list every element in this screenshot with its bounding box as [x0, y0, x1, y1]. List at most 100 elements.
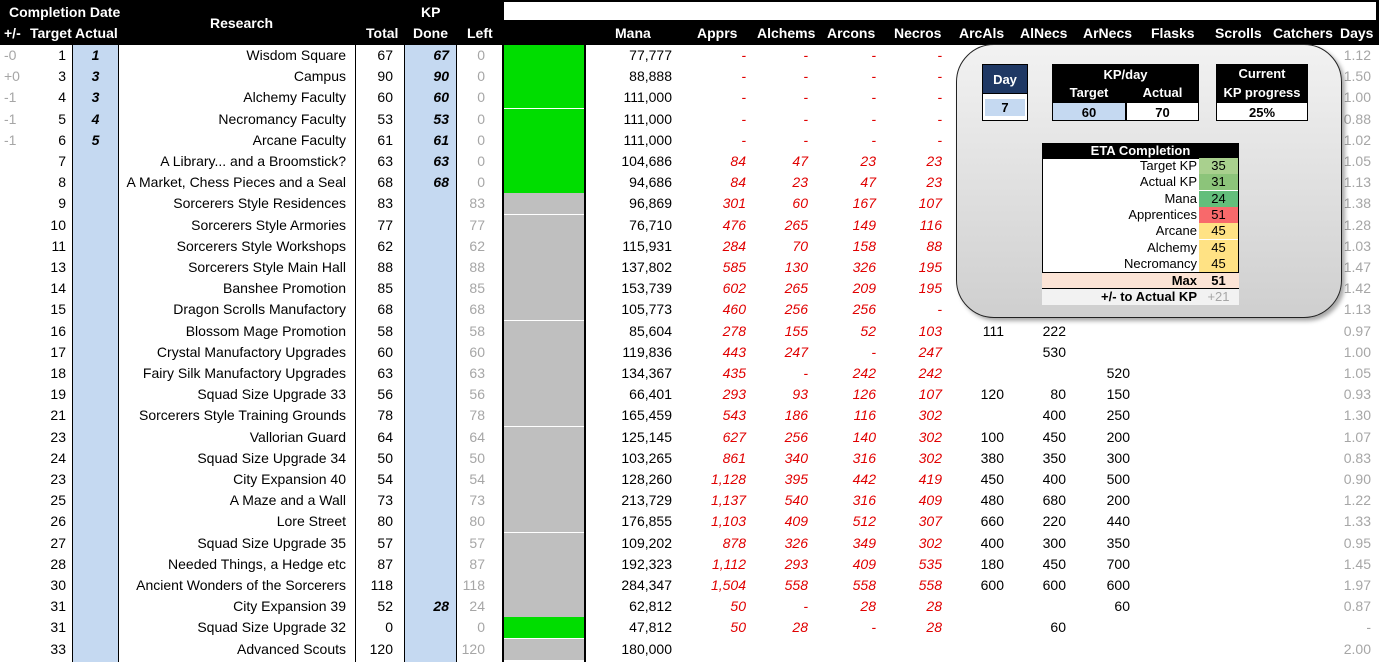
target-cell: 23 — [50, 471, 66, 487]
actual-cell — [73, 639, 118, 660]
arcons-cell: 442 — [852, 471, 876, 487]
research-name-cell: Sorcerers Style Residences — [173, 195, 346, 212]
total-cell: 60 — [377, 343, 393, 360]
apprs-cell: - — [741, 68, 746, 85]
mana-cell: 134,367 — [621, 365, 672, 381]
arcons-cell: 512 — [852, 513, 876, 530]
alchems-cell: 60 — [792, 195, 808, 212]
eta-value: 45 — [1199, 239, 1238, 256]
apprs-cell: - — [741, 131, 746, 148]
arcals-cell — [942, 617, 1004, 638]
alchems-cell: - — [803, 110, 808, 127]
total-cell: 80 — [377, 513, 393, 530]
arcals-cell: 120 — [980, 386, 1004, 403]
left-cell: 62 — [469, 237, 485, 254]
apprs-cell: 50 — [730, 619, 746, 636]
plus-minus-cell — [4, 193, 22, 214]
plus-minus-cell — [4, 554, 22, 575]
status-swatch — [504, 129, 584, 151]
alchems-cell: 23 — [792, 174, 808, 191]
status-swatch — [504, 384, 584, 406]
apprs-cell: 84 — [730, 153, 746, 169]
research-name-cell: Necromancy Faculty — [218, 110, 346, 127]
necros-cell: - — [937, 89, 942, 106]
status-swatch — [504, 320, 584, 342]
research-name-cell: Squad Size Upgrade 34 — [197, 449, 346, 466]
alchems-cell: 130 — [784, 259, 808, 275]
plus-minus-cell — [4, 448, 22, 469]
table-row: 26 Lore Street 80 80 176,855 1,103 409 512 307 66… — [0, 511, 1379, 533]
apprs-cell: 1,112 — [712, 555, 746, 572]
plus-minus-cell — [4, 363, 22, 384]
apprs-cell: 460 — [722, 301, 746, 318]
left-cell: 58 — [469, 322, 485, 339]
arcals-cell: 100 — [980, 428, 1004, 445]
done-cell: 53 — [433, 110, 449, 127]
kpday-actual-label: Actual — [1126, 83, 1199, 102]
necros-cell: 107 — [918, 195, 942, 212]
arcons-cell — [808, 639, 876, 660]
target-cell: 26 — [50, 513, 66, 530]
alchems-cell: - — [803, 365, 808, 381]
mana-cell: 111,000 — [623, 131, 672, 148]
target-cell: 14 — [50, 280, 66, 297]
alchems-cell: 256 — [784, 428, 808, 445]
necros-cell: 28 — [926, 598, 942, 615]
alchems-cell: - — [803, 598, 808, 615]
status-swatch — [504, 575, 584, 596]
arcons-cell: - — [871, 343, 876, 360]
table-row: 30 Ancient Wonders of the Sorcerers 118 118… — [0, 575, 1379, 596]
necros-cell: - — [937, 110, 942, 127]
left-cell: 0 — [477, 131, 485, 148]
days-cell: 0.90 — [1343, 471, 1371, 487]
target-cell: 10 — [50, 216, 66, 233]
plus-minus-cell — [4, 257, 22, 278]
arcons-cell: 326 — [852, 259, 876, 275]
alchems-cell: 186 — [784, 407, 808, 424]
done-cell — [405, 405, 449, 426]
mana-cell: 85,604 — [629, 322, 672, 339]
research-name-cell: Alchemy Faculty — [243, 89, 346, 106]
arcals-cell: 400 — [980, 534, 1004, 551]
status-swatch — [504, 87, 584, 109]
total-cell: 68 — [377, 301, 393, 318]
eta-diff-label: +/- to Actual KP — [1101, 289, 1197, 304]
arcals-cell: 450 — [980, 471, 1004, 487]
table-row: 23 Vallorian Guard 64 64 125,145 627 256 140 302… — [0, 426, 1379, 448]
actual-cell — [73, 278, 118, 299]
alchems-cell: - — [803, 47, 808, 63]
days-cell: 1.45 — [1343, 555, 1371, 572]
alchems-cell: 395 — [784, 471, 808, 487]
plus-minus-cell — [4, 172, 22, 193]
arcons-cell: 409 — [852, 555, 876, 572]
arcons-cell: 158 — [852, 237, 876, 254]
research-name-cell: A Library... and a Broomstick? — [160, 153, 346, 169]
table-row: 33 Advanced Scouts 120 120 180,000 2.00 — [0, 638, 1379, 660]
necros-cell: 103 — [918, 322, 942, 339]
total-cell: 60 — [377, 89, 393, 106]
left-cell: 87 — [469, 555, 485, 572]
plus-minus-cell — [4, 321, 22, 342]
apprs-cell: 50 — [730, 598, 746, 615]
status-swatch — [504, 638, 584, 660]
necros-cell: 558 — [918, 577, 942, 593]
arcals-cell: 111 — [982, 322, 1004, 339]
current-label: Current — [1216, 64, 1308, 83]
total-cell: 90 — [377, 68, 393, 85]
apprs-cell: 293 — [722, 386, 746, 403]
plus-minus-cell — [4, 342, 22, 363]
research-name-cell: Squad Size Upgrade 33 — [197, 386, 346, 403]
day-label: Day — [982, 64, 1028, 93]
total-cell: 61 — [377, 131, 393, 148]
arcals-cell: 600 — [980, 577, 1004, 593]
necros-cell: 195 — [918, 259, 942, 275]
alchems-cell: - — [803, 68, 808, 85]
research-header: Research — [210, 15, 274, 31]
total-cell: 63 — [377, 153, 393, 169]
actual-cell: 4 — [91, 110, 100, 127]
arnecs-cell: 300 — [1106, 449, 1130, 466]
arcons-cell: - — [871, 619, 876, 636]
total-cell: 88 — [377, 259, 393, 275]
done-header: Done — [413, 25, 448, 41]
apprs-header: Apprs — [697, 25, 738, 41]
